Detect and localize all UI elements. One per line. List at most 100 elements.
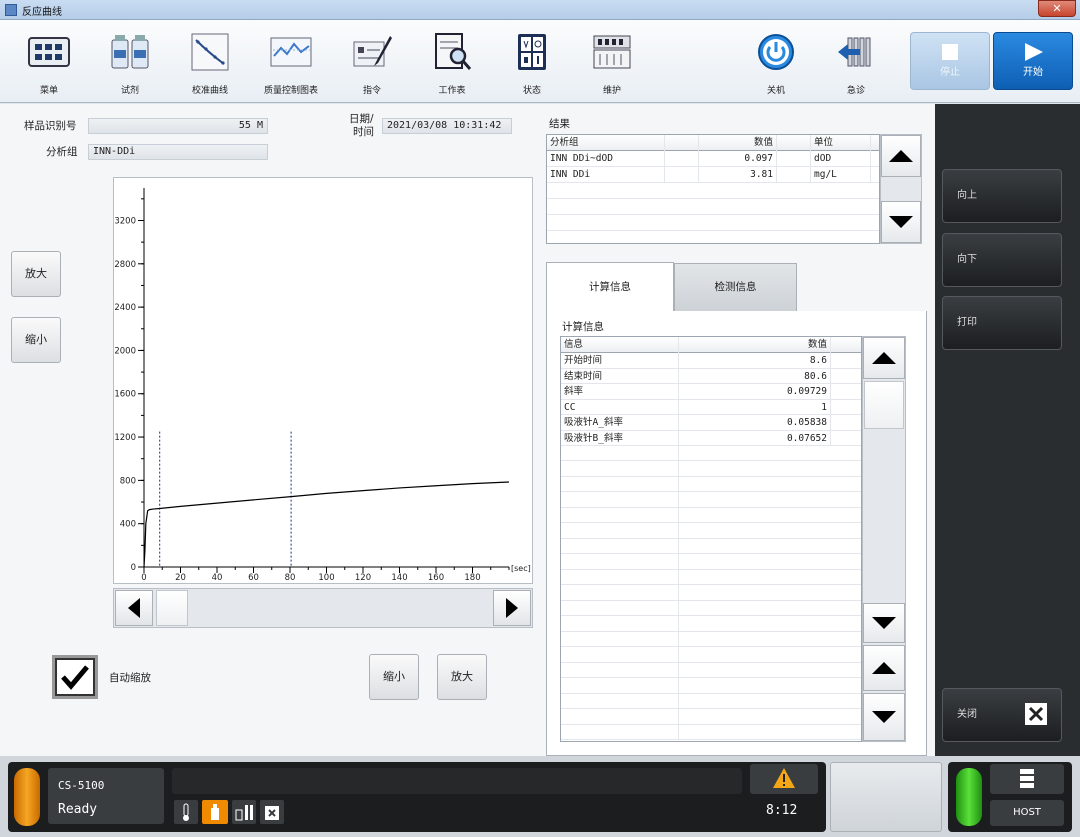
toolbar-qc-chart-button[interactable]: 质量控制图表: [261, 26, 321, 96]
scroll-left-button[interactable]: [115, 590, 153, 626]
calc-vertical-scrollbar[interactable]: [862, 336, 906, 742]
consumables-status[interactable]: [232, 800, 256, 824]
sidebar-close-button[interactable]: 关闭: [942, 688, 1062, 742]
table-row[interactable]: 开始时间 8.6: [561, 353, 861, 369]
toolbar-maintenance-button[interactable]: 维护: [582, 26, 642, 96]
cell-info: 斜率: [561, 384, 679, 400]
temperature-status[interactable]: [174, 800, 198, 824]
calc-scroll-up-button[interactable]: [863, 645, 905, 691]
table-row[interactable]: INN DDi 3.81 mg/L: [547, 167, 879, 183]
cell-spacer: [665, 151, 699, 167]
cell-unit: dOD: [811, 151, 871, 167]
reaction-curve-chart: 0 400 800 1200 1600 2000 2400 2800 3200 0 20 40 60 80…: [113, 177, 533, 584]
arrow-down-icon: [872, 617, 896, 629]
start-button[interactable]: 开始: [993, 32, 1073, 90]
zoom-out-button[interactable]: 缩小: [369, 654, 419, 700]
reaction-curve-line: [143, 481, 510, 568]
empty-row: [561, 445, 861, 461]
host-button[interactable]: HOST: [990, 800, 1064, 826]
cell-unit: mg/L: [811, 167, 871, 183]
toolbar-status-button[interactable]: 状态: [502, 26, 562, 96]
host-list-button[interactable]: [990, 764, 1064, 794]
toolbar-menu-button[interactable]: 菜单: [19, 26, 79, 96]
sidebar-close-label: 关闭: [957, 709, 977, 720]
qc-chart-icon: [270, 37, 312, 67]
table-row[interactable]: 斜率 0.09729: [561, 384, 861, 400]
y-tick-label: 400: [120, 520, 136, 530]
table-row[interactable]: 结束时间 80.6: [561, 368, 861, 384]
col-header: 单位: [811, 135, 871, 151]
x-tick-label: 120: [355, 573, 371, 583]
reaction-curve-svg: 0 400 800 1200 1600 2000 2400 2800 3200 0 20 40 60 80…: [114, 188, 531, 583]
table-row[interactable]: 吸液针A_斜率 0.05838: [561, 415, 861, 431]
sidebar-down-button[interactable]: 向下: [942, 233, 1062, 287]
instrument-model: CS-5100: [58, 779, 105, 792]
table-row[interactable]: 吸液针B_斜率 0.07652: [561, 430, 861, 446]
toolbar-order-button[interactable]: 指令: [342, 26, 402, 96]
results-scroll-down-button[interactable]: [881, 201, 921, 243]
auto-zoom-checkbox[interactable]: [52, 655, 98, 699]
list-icon: [1020, 769, 1034, 788]
calc-page-down-button[interactable]: [863, 603, 905, 643]
stat-rack-icon: [838, 37, 871, 67]
calc-scroll-down-button[interactable]: [863, 693, 905, 741]
results-vertical-scrollbar[interactable]: [880, 134, 922, 244]
sidebar-print-button[interactable]: 打印: [942, 296, 1062, 350]
empty-row: [561, 554, 861, 570]
sidebar-up-button[interactable]: 向上: [942, 169, 1062, 223]
toolbar: 菜单 试剂 校准曲线 质量控制图表 指令 工作表 状态 维护 关机 急诊 停止: [0, 20, 1080, 103]
calc-section-label: 计算信息: [562, 321, 604, 333]
results-scroll-up-button[interactable]: [881, 135, 921, 177]
empty-row: [561, 616, 861, 632]
toolbar-calibration-button[interactable]: 校准曲线: [180, 26, 240, 96]
toolbar-worksheet-button[interactable]: 工作表: [422, 26, 482, 96]
col-header: 信息: [561, 337, 679, 353]
window-close-button[interactable]: ✕: [1038, 0, 1076, 17]
tab-calc-info[interactable]: 计算信息: [546, 262, 674, 312]
toolbar-label: 菜单: [39, 86, 58, 96]
calc-page-up-button[interactable]: [863, 337, 905, 379]
app-icon: [5, 4, 17, 16]
col-header: 分析组: [547, 135, 665, 151]
table-row[interactable]: CC 1: [561, 399, 861, 415]
cell-spacer: [665, 167, 699, 183]
empty-row: [561, 600, 861, 616]
table-row[interactable]: INN DDi~dOD 0.097 dOD: [547, 151, 879, 167]
sample-id-field: 55 M: [88, 118, 268, 134]
scroll-right-button[interactable]: [493, 590, 531, 626]
zoom-in-side-button[interactable]: 放大: [11, 251, 61, 297]
close-x-icon: [1025, 703, 1047, 725]
y-tick-label: 2400: [114, 303, 136, 313]
reagent-status[interactable]: [202, 800, 228, 824]
zoom-out-side-button[interactable]: 缩小: [11, 317, 61, 363]
analysis-group-label: 分析组: [46, 146, 78, 158]
toolbar-label: 急诊: [846, 86, 865, 96]
window-title: 反应曲线: [22, 7, 62, 18]
calc-scroll-thumb[interactable]: [864, 381, 904, 429]
waste-status[interactable]: [260, 800, 284, 824]
x-tick-label: 60: [248, 573, 259, 583]
stop-button[interactable]: 停止: [910, 32, 990, 90]
x-tick-label: 180: [464, 573, 480, 583]
zoom-in-button[interactable]: 放大: [437, 654, 487, 700]
stop-icon: [942, 44, 958, 60]
toolbar-stat-button[interactable]: 急诊: [826, 26, 886, 96]
tab-detection-info[interactable]: 检测信息: [674, 263, 797, 311]
toolbar-shutdown-button[interactable]: 关机: [746, 26, 806, 96]
y-tick-label: 800: [120, 476, 136, 486]
warning-status[interactable]: [750, 764, 818, 794]
empty-cell: [561, 461, 679, 477]
empty-row: [561, 523, 861, 539]
status-indicator-orange: [14, 768, 40, 826]
calc-header-row: 信息 数值: [561, 337, 861, 353]
col-header: 数值: [679, 337, 831, 353]
toolbar-label: 工作表: [438, 86, 466, 96]
chart-horizontal-scrollbar[interactable]: [113, 588, 533, 628]
toolbar-reagent-button[interactable]: 试剂: [100, 26, 160, 96]
empty-cell: [561, 507, 679, 523]
x-unit-label: [sec]: [511, 564, 531, 573]
scroll-thumb[interactable]: [156, 590, 188, 626]
empty-cell: [561, 569, 679, 585]
cell-value: 8.6: [679, 353, 831, 369]
y-tick-label: 2000: [114, 346, 136, 356]
